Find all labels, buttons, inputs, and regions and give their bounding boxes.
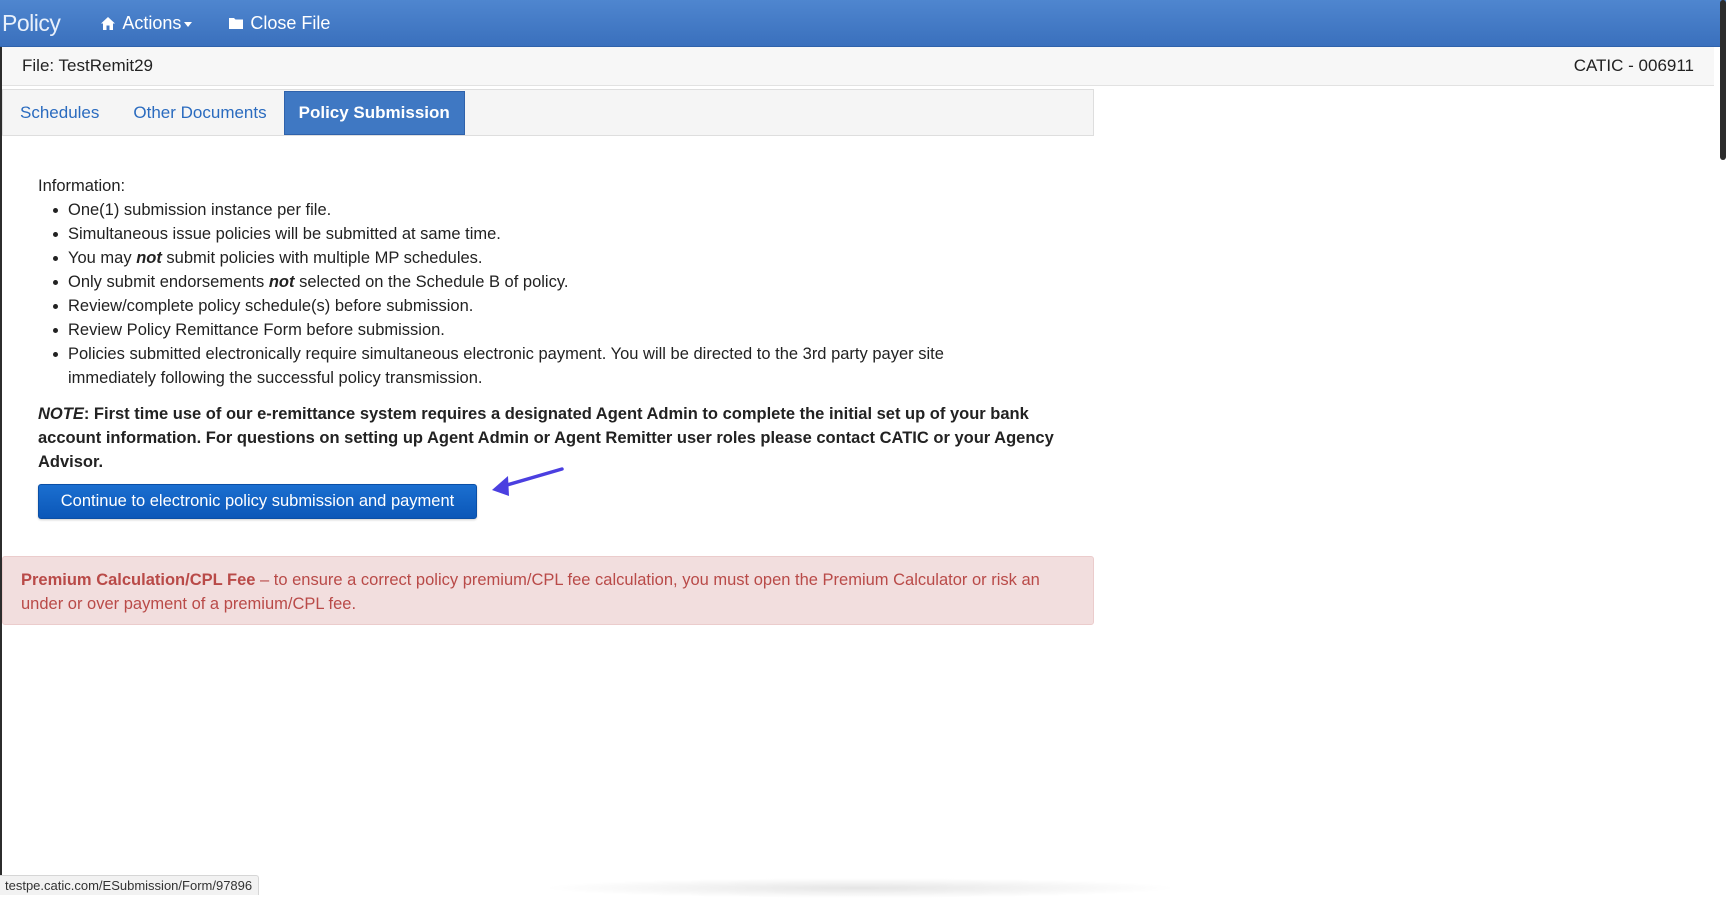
close-file-label: Close File	[250, 12, 331, 33]
list-item: Simultaneous issue policies will be subm…	[52, 222, 1068, 246]
list-item: Only submit endorsements not selected on…	[52, 270, 1068, 294]
tab-other-documents[interactable]: Other Documents	[116, 90, 283, 135]
tab-policy-submission[interactable]: Policy Submission	[283, 91, 465, 135]
note-text: : First time use of our e-remittance sys…	[38, 405, 1054, 471]
information-section: Information: One(1) submission instance …	[38, 174, 1068, 474]
tab-schedules[interactable]: Schedules	[3, 90, 116, 135]
file-name: File: TestRemit29	[22, 56, 154, 75]
list-item: Review Policy Remittance Form before sub…	[52, 318, 1068, 342]
window-edge	[0, 47, 2, 895]
annotation-arrow-icon	[492, 467, 564, 496]
alert-title: Premium Calculation/CPL Fee	[21, 571, 256, 589]
close-file-button[interactable]: Close File	[228, 13, 330, 34]
note-label: NOTE	[38, 405, 84, 423]
actions-menu[interactable]: Actions	[100, 12, 193, 34]
list-item: You may not submit policies with multipl…	[52, 246, 1068, 270]
scrollbar[interactable]	[1720, 0, 1726, 160]
continue-submission-button[interactable]: Continue to electronic policy submission…	[38, 484, 477, 519]
folder-icon	[229, 18, 244, 29]
status-bar-url: testpe.catic.com/ESubmission/Form/97896	[0, 875, 260, 895]
tab-bar: Schedules Other Documents Policy Submiss…	[2, 89, 1094, 136]
actions-menu-label: Actions	[122, 12, 182, 33]
top-navbar: Policy Actions Close File	[0, 0, 1726, 47]
caret-down-icon	[184, 22, 193, 27]
information-list: One(1) submission instance per file. Sim…	[52, 198, 1068, 390]
list-item: Review/complete policy schedule(s) befor…	[52, 294, 1068, 318]
agency-code: CATIC - 006911	[1573, 56, 1694, 75]
information-heading: Information:	[38, 177, 126, 195]
list-item: One(1) submission instance per file.	[52, 198, 1068, 222]
home-icon	[101, 16, 116, 30]
list-item: Policies submitted electronically requir…	[52, 342, 992, 390]
file-info-bar: File: TestRemit29 CATIC - 006911	[2, 47, 1714, 86]
bottom-shadow	[540, 878, 1180, 898]
premium-calculation-alert: Premium Calculation/CPL Fee – to ensure …	[2, 556, 1094, 625]
app-brand[interactable]: Policy	[2, 10, 61, 37]
